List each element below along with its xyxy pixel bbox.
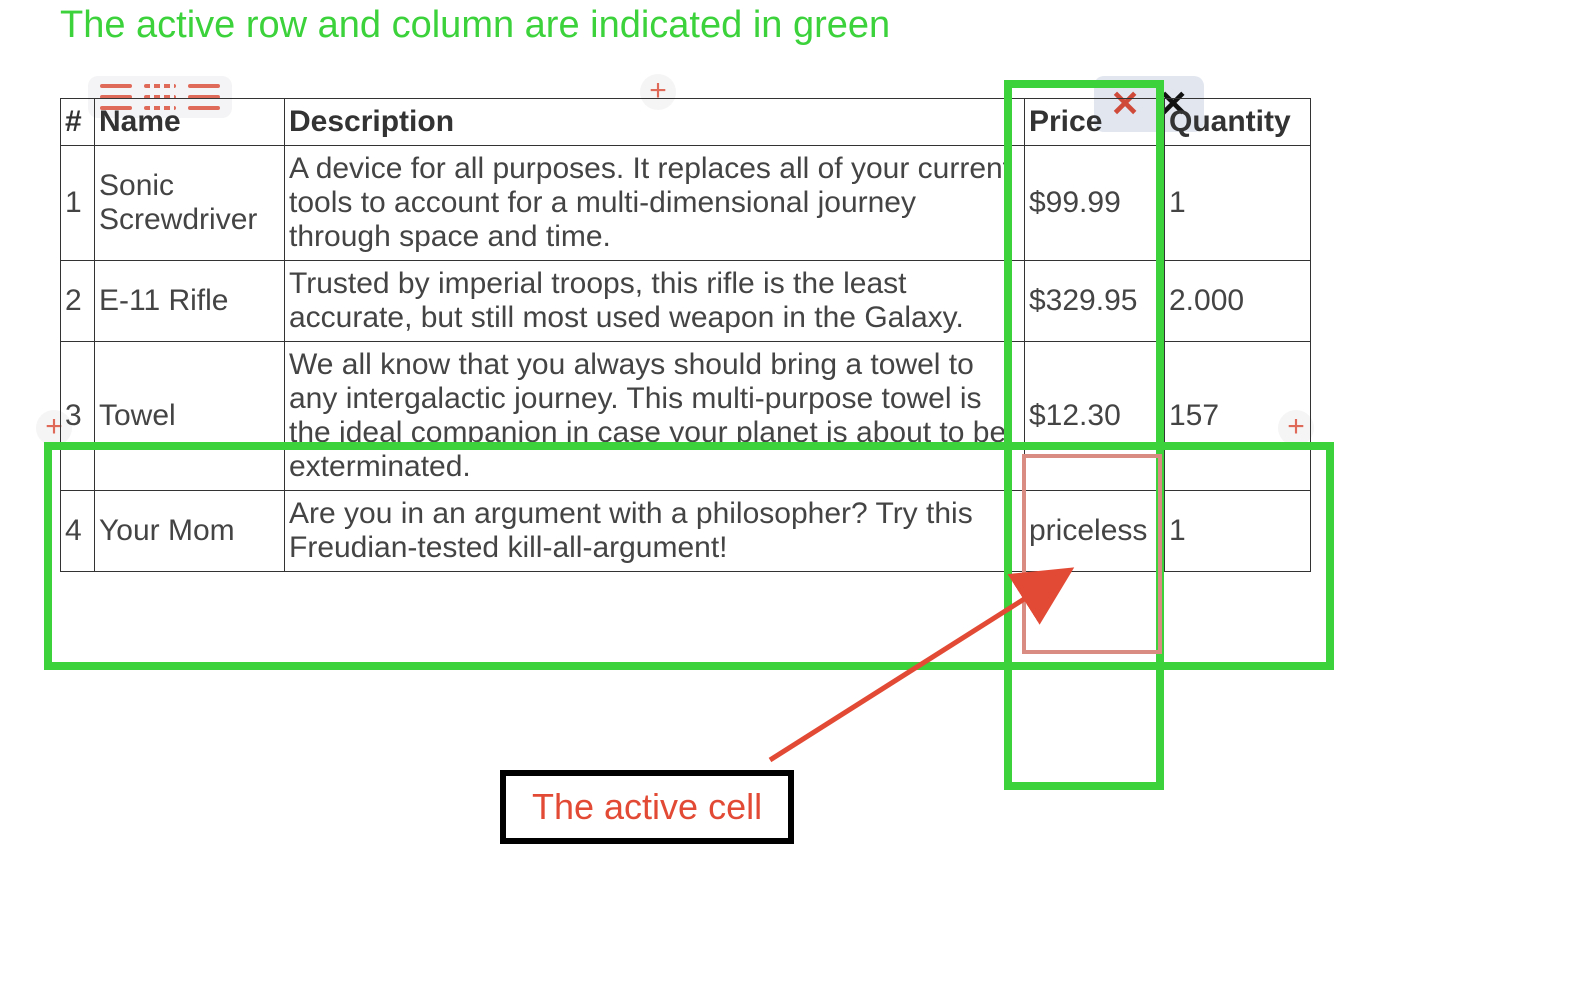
cell-qty[interactable]: 157	[1165, 342, 1311, 491]
cell-desc[interactable]: We all know that you always should bring…	[285, 342, 1025, 491]
cell-price[interactable]: priceless	[1025, 491, 1165, 572]
table-row[interactable]: 2 E-11 Rifle Trusted by imperial troops,…	[61, 261, 1311, 342]
cell-name[interactable]: Towel	[95, 342, 285, 491]
cell-num[interactable]: 2	[61, 261, 95, 342]
cell-qty[interactable]: 2.000	[1165, 261, 1311, 342]
cell-qty[interactable]: 1	[1165, 146, 1311, 261]
header-desc[interactable]: Description	[285, 99, 1025, 146]
table-row[interactable]: 1 Sonic Screwdriver A device for all pur…	[61, 146, 1311, 261]
header-qty[interactable]: Quantity	[1165, 99, 1311, 146]
cell-name[interactable]: Your Mom	[95, 491, 285, 572]
header-price[interactable]: Price	[1025, 99, 1165, 146]
cell-desc[interactable]: Are you in an argument with a philosophe…	[285, 491, 1025, 572]
cell-name[interactable]: Sonic Screwdriver	[95, 146, 285, 261]
cell-num[interactable]: 3	[61, 342, 95, 491]
products-table[interactable]: # Name Description Price Quantity 1 Soni…	[60, 98, 1311, 572]
cell-qty[interactable]: 1	[1165, 491, 1311, 572]
cell-price[interactable]: $99.99	[1025, 146, 1165, 261]
cell-num[interactable]: 4	[61, 491, 95, 572]
header-name[interactable]: Name	[95, 99, 285, 146]
cell-name[interactable]: E-11 Rifle	[95, 261, 285, 342]
cell-num[interactable]: 1	[61, 146, 95, 261]
page-caption: The active row and column are indicated …	[60, 4, 890, 47]
cell-price[interactable]: $12.30	[1025, 342, 1165, 491]
cell-price[interactable]: $329.95	[1025, 261, 1165, 342]
active-cell-label: The active cell	[500, 770, 794, 844]
table-header-row: # Name Description Price Quantity	[61, 99, 1311, 146]
cell-desc[interactable]: A device for all purposes. It replaces a…	[285, 146, 1025, 261]
table-row[interactable]: 3 Towel We all know that you always shou…	[61, 342, 1311, 491]
header-num[interactable]: #	[61, 99, 95, 146]
cell-desc[interactable]: Trusted by imperial troops, this rifle i…	[285, 261, 1025, 342]
table-row[interactable]: 4 Your Mom Are you in an argument with a…	[61, 491, 1311, 572]
